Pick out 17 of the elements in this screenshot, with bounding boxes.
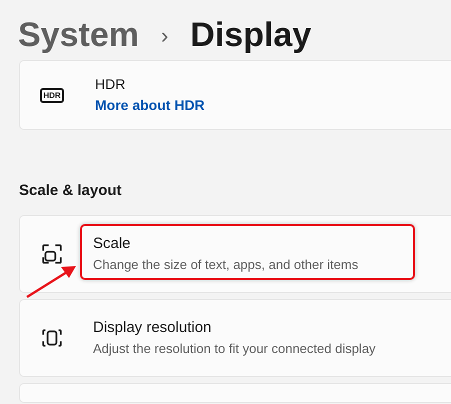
settings-card[interactable]: Scale Change the size of text, apps, and other items [19, 214, 451, 292]
section-heading: Scale & layout [19, 181, 123, 201]
setting-description: Change the size of text, apps, and other items [93, 256, 358, 274]
card-title: HDR [95, 75, 126, 94]
setting-description: Adjust the resolution to fit your connected display [93, 340, 376, 358]
setting-title: Display resolution [93, 318, 212, 338]
breadcrumb-link[interactable]: System [18, 10, 139, 60]
hdr-icon: HDR [40, 88, 64, 102]
more-link[interactable]: More about HDR [95, 95, 205, 116]
frame-icon [41, 326, 63, 348]
page-title: Display [190, 14, 312, 56]
settings-card[interactable]: Display resolution Adjust the resolution to fit your connected display [19, 298, 451, 376]
breadcrumb-separator: › [160, 22, 168, 50]
arrow-annotation [25, 263, 77, 299]
setting-title: Scale [93, 234, 132, 254]
scale-icon [41, 242, 63, 264]
settings-card[interactable]: HDR HDR More about HDR [19, 60, 451, 130]
